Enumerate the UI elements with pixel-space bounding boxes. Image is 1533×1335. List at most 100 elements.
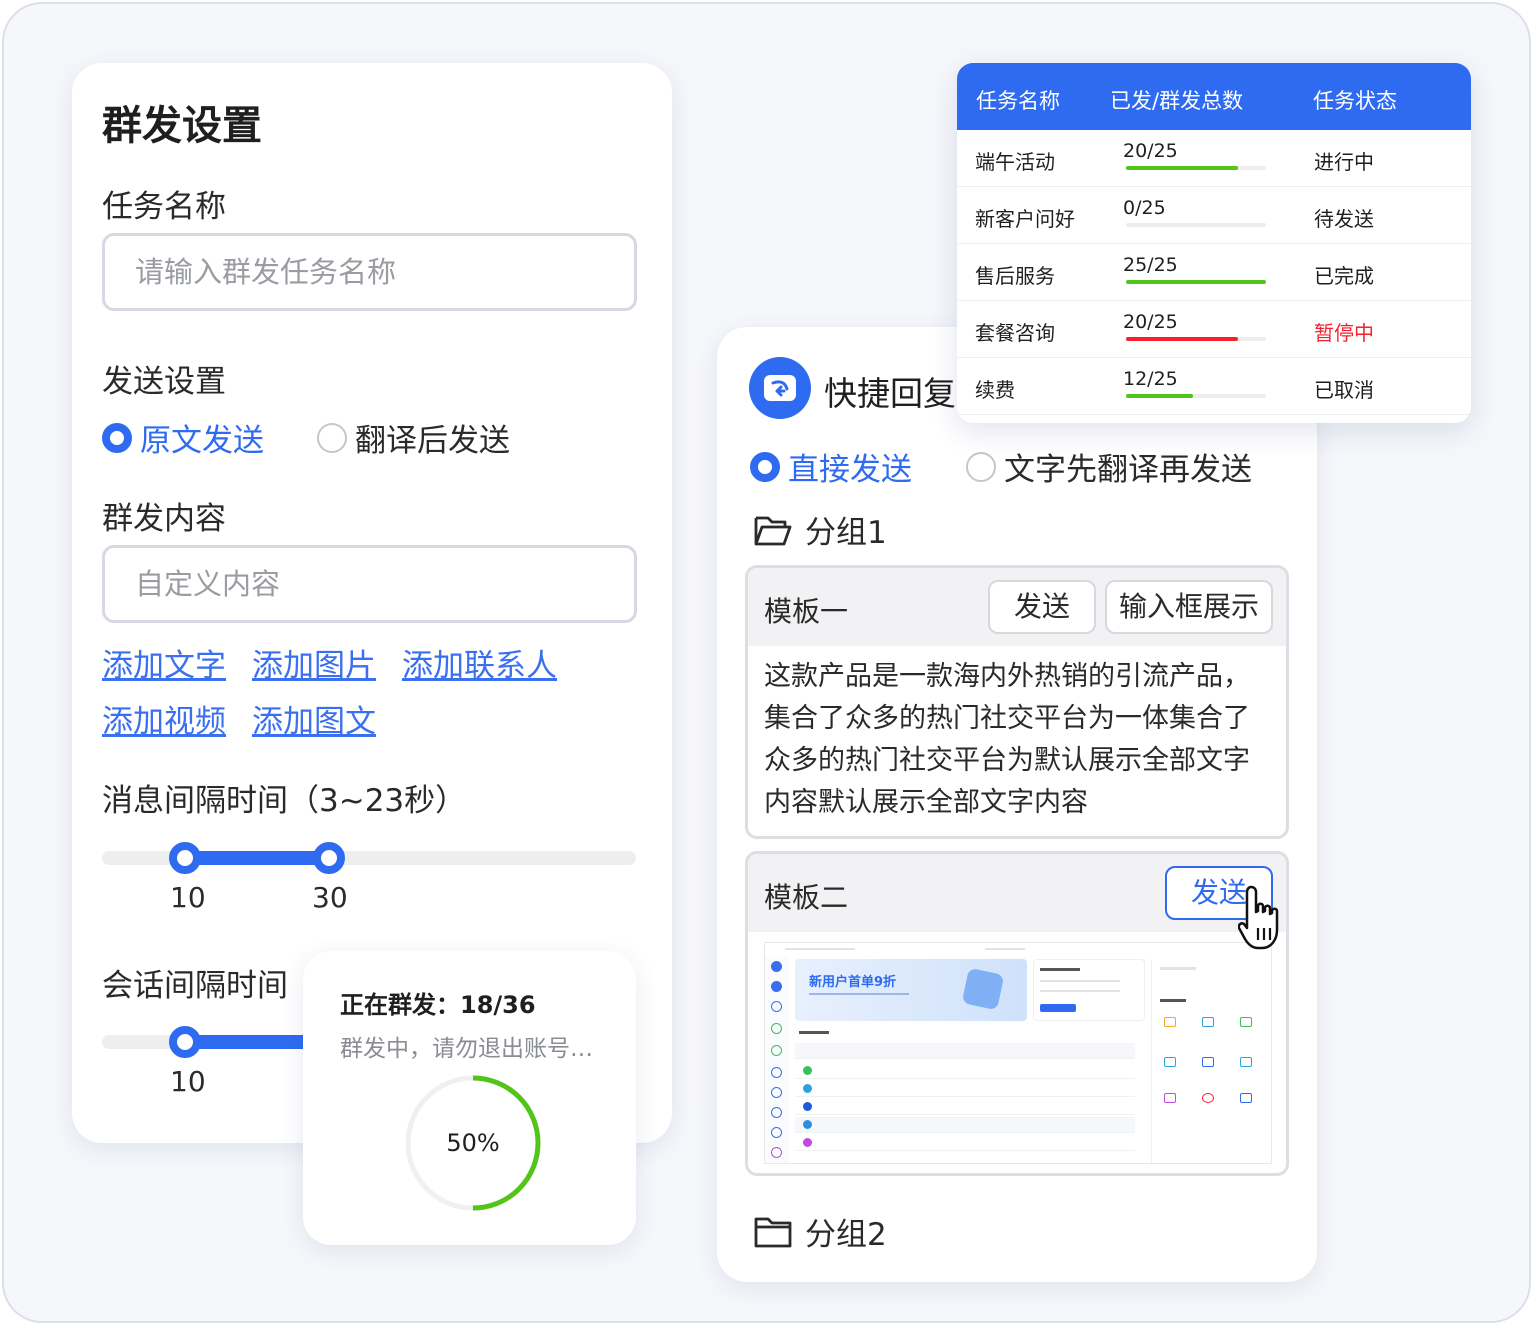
task-name: 新客户问好 [975,207,1075,231]
add-article-link[interactable]: 添加图文 [252,696,376,741]
mini-tg-icon [1164,1057,1176,1067]
mini-whatsapp-dot [803,1066,812,1075]
session-slider-min-handle[interactable] [169,1026,201,1058]
mini-tutorial-icon [1240,1093,1252,1103]
send-settings-label: 发送设置 [102,364,226,400]
group-1[interactable]: 分组1 [753,507,887,552]
mini-display-icon [1164,1017,1176,1027]
task-table: 任务名称 已发/群发总数 任务状态 端午活动 20/25 进行中 新客户问好 0/25 待… [957,63,1471,423]
task-name: 售后服务 [975,264,1055,288]
mini-users-icon [771,1001,782,1012]
task-progress-bar [1126,280,1266,284]
content-label: 群发内容 [102,501,226,537]
task-row[interactable]: 续费 12/25 已取消 [957,358,1471,415]
mini-ws-icon [1240,1017,1252,1027]
mini-topbar [785,948,855,950]
task-name: 端午活动 [975,150,1055,174]
template-1-header: 模板一 发送 输入框展示 [748,568,1286,646]
progress-subtitle: 群发中，请勿退出账号… [340,1036,593,1062]
task-row[interactable]: 新客户问好 0/25 待发送 [957,187,1471,244]
radio-dot[interactable] [966,451,996,482]
mini-date [1160,967,1196,970]
hand-cursor-icon [1238,885,1279,950]
radio-dot-selected[interactable] [750,451,780,482]
template-2-name: 模板二 [764,881,849,914]
mini-speed-icon [1202,1093,1214,1103]
task-progress-bar [1126,223,1266,227]
task-table-header: 任务名称 已发/群发总数 任务状态 [957,63,1471,130]
mini-table-title [799,1031,829,1034]
template-1-show-input-button[interactable]: 输入框展示 [1105,580,1273,634]
mini-telegram-icon [771,1067,782,1078]
slider-range-fill [184,851,329,865]
radio-dot[interactable] [317,422,347,453]
task-name-input[interactable]: 请输入群发任务名称 [102,233,637,311]
mini-zalo-dot [803,1120,812,1129]
mini-acct-line [1040,990,1120,992]
mini-logo-icon [771,961,782,972]
task-row[interactable]: 售后服务 25/25 已完成 [957,244,1471,301]
add-video-link[interactable]: 添加视频 [102,696,226,741]
template-2-header: 模板二 发送 [748,854,1286,932]
radio-original-send[interactable]: 原文发送 [102,415,264,460]
task-progress-fill [1126,166,1238,170]
mini-task-table [795,1029,1145,1163]
slider-min-value: 10 [170,881,206,914]
session-interval-label: 会话间隔时间 [102,968,288,1004]
mini-topbar-status [985,948,1025,950]
mini-banner-graphic [961,967,1005,1011]
add-text-link[interactable]: 添加文字 [102,640,226,685]
mini-table-header [795,1043,1135,1059]
template-1-send-button[interactable]: 发送 [988,580,1096,634]
group-2[interactable]: 分组2 [753,1209,887,1254]
task-row[interactable]: 端午活动 20/25 进行中 [957,130,1471,187]
task-name: 续费 [975,378,1015,402]
mini-reply-icon [1240,1057,1252,1067]
add-contact-link[interactable]: 添加联系人 [402,640,557,685]
folder-open-icon [754,516,792,545]
sending-progress-card: 正在群发：18/36 群发中，请勿退出账号… 50% [303,951,636,1245]
task-status: 已取消 [1314,378,1374,402]
task-status: 已完成 [1314,264,1374,288]
quick-reply-title: 快捷回复 [824,374,956,413]
mini-promo-banner: 新用户首单9折 [795,959,1027,1021]
template-2-preview-image: 新用户首单9折 [764,942,1272,1164]
mini-acct-line [1040,980,1120,982]
radio-translate-first[interactable]: 文字先翻译再发送 [966,444,1252,489]
content-input[interactable]: 自定义内容 [102,545,637,623]
task-row[interactable]: 套餐咨询 20/25 暂停中 [957,301,1471,358]
mini-acct-name [1040,968,1080,971]
radio-translate-label: 文字先翻译再发送 [1004,452,1252,488]
header-task-name: 任务名称 [976,89,1060,113]
mini-telegram-dot [803,1084,812,1093]
slider-min-handle[interactable] [169,842,201,874]
quick-reply-card: 快捷回复 直接发送 文字先翻译再发送 分组1 模板一 发送 输入框展示 这款产品… [717,327,1317,1282]
task-count: 20/25 [1123,140,1178,162]
task-progress-bar [1126,166,1266,170]
add-image-link[interactable]: 添加图片 [252,640,376,685]
radio-dot-selected[interactable] [102,422,132,453]
task-status: 待发送 [1314,207,1374,231]
task-progress-fill [1126,280,1266,284]
radio-direct-send[interactable]: 直接发送 [750,444,912,489]
radio-translated-send[interactable]: 翻译后发送 [317,415,510,460]
task-count: 25/25 [1123,254,1178,276]
mini-home-icon [771,981,782,992]
mini-quick-entry-panel [1151,959,1269,1163]
template-1-name: 模板一 [764,595,849,628]
task-progress-bar [1126,394,1266,398]
radio-translated-label: 翻译后发送 [355,423,510,459]
message-interval-slider[interactable] [102,842,636,874]
header-task-status: 任务状态 [1313,89,1397,113]
task-progress-bar [1126,337,1266,341]
progress-title: 正在群发：18/36 [340,991,536,1019]
mini-messenger-dot [803,1138,812,1147]
mini-table-row [795,1135,1135,1151]
task-count: 0/25 [1123,197,1166,219]
task-name: 套餐咨询 [975,321,1055,345]
template-2: 模板二 发送 新用户首单9折 [745,851,1289,1176]
reply-icon [749,357,811,419]
task-progress-fill [1126,394,1194,398]
template-1: 模板一 发送 输入框展示 这款产品是一款海内外热销的引流产品，集合了众多的热门社… [745,565,1289,839]
slider-max-handle[interactable] [313,842,345,874]
